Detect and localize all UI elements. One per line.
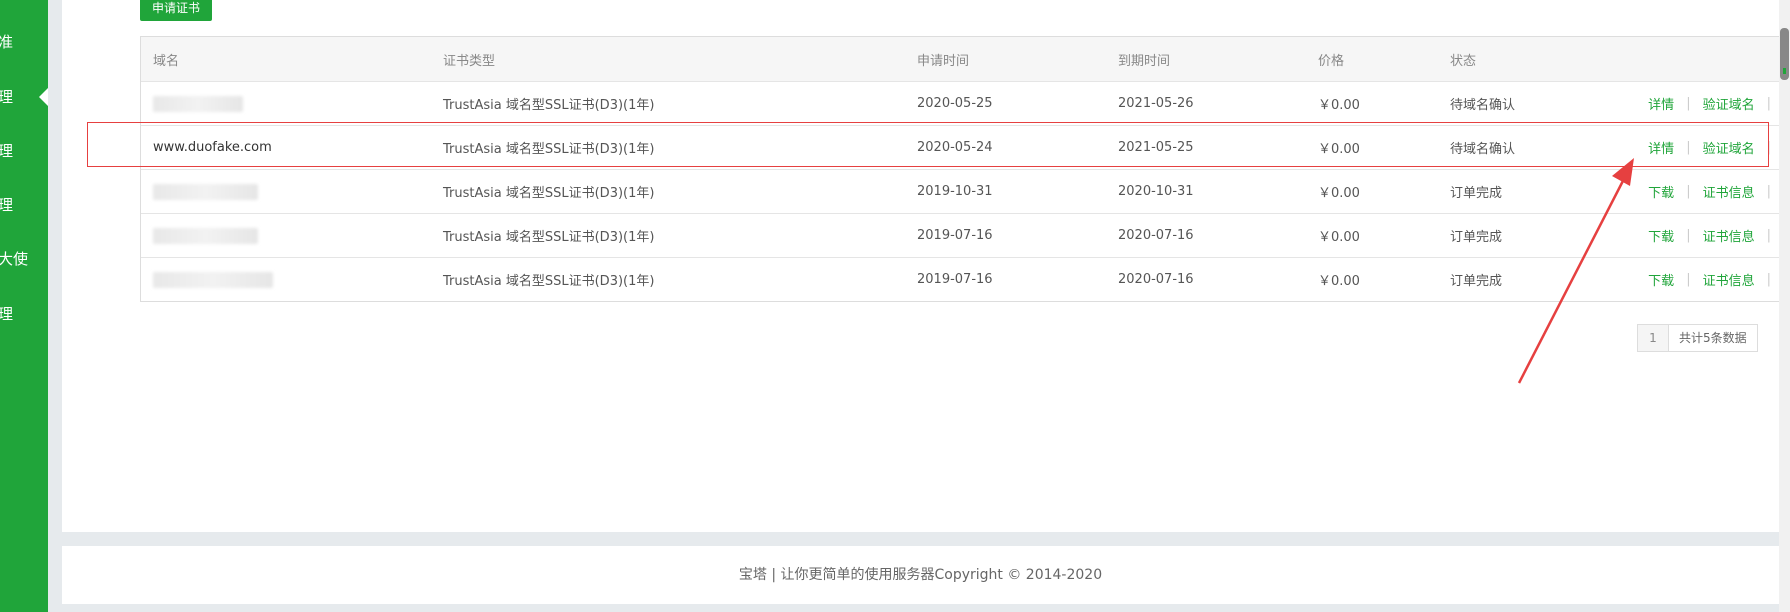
annotation-arrow-icon: [1517, 158, 1634, 384]
vertical-scrollbar[interactable]: [1779, 0, 1790, 612]
footer-copyright: 宝塔 | 让你更简单的使用服务器Copyright © 2014-2020: [738, 567, 1103, 583]
scrollbar-thumb[interactable]: [1780, 28, 1789, 80]
footer: 宝塔 | 让你更简单的使用服务器Copyright © 2014-2020: [62, 546, 1779, 604]
